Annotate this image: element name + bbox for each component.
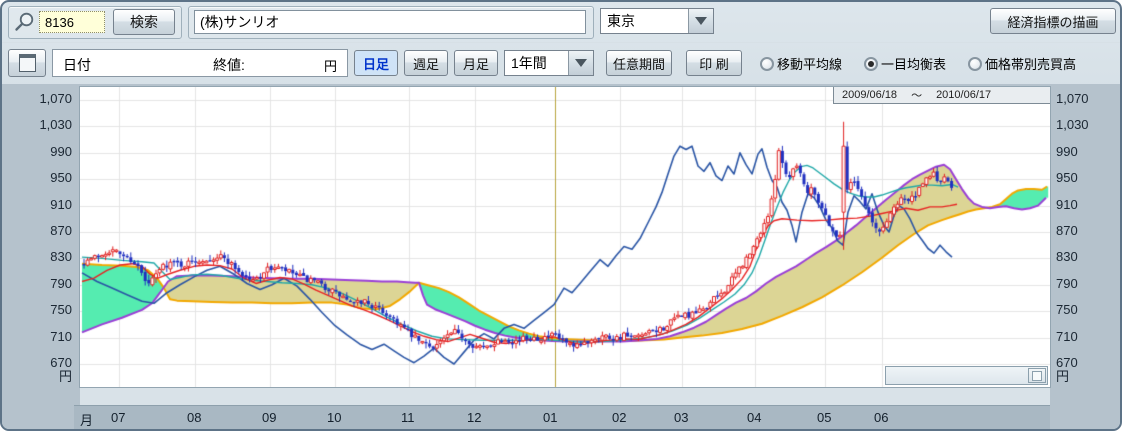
close-price-label: 終値:	[213, 55, 245, 75]
chevron-down-icon	[695, 17, 707, 25]
y-tick-label-right: 950	[1056, 170, 1078, 186]
y-tick-label-right: 910	[1056, 197, 1078, 213]
chart-toolbar: 日付 終値: 円 日足 週足 月足 1年間 任意期間 印 刷 移動平均線 一目均…	[2, 42, 1120, 85]
legend-panel-button[interactable]	[8, 49, 46, 77]
y-tick-label-left: 1,030	[6, 117, 72, 133]
overlay-radio-ichimoku[interactable]: 一目均衡表	[864, 54, 946, 73]
stock-chart-app: 検索 東京 経済指標の描画 日付 終値: 円 日足 週足 月足 1年間 任意期間…	[0, 0, 1122, 431]
y-tick-label-left: 910	[6, 197, 72, 213]
month-tick-label: 09	[262, 410, 276, 425]
range-start-date: 2009/06/18	[842, 89, 897, 101]
month-tick-label: 12	[467, 410, 481, 425]
month-tick-label: 10	[327, 410, 341, 425]
month-tick-label: 03	[674, 410, 688, 425]
month-tick-label: 04	[747, 410, 761, 425]
y-tick-label-left: 870	[6, 223, 72, 239]
overlay-radio-volume-by-price[interactable]: 価格帯別売買高	[968, 54, 1076, 73]
exchange-selected-value: 東京	[601, 9, 688, 33]
month-tick-label: 11	[401, 410, 415, 425]
radio-icon	[760, 57, 774, 71]
y-tick-label-left: 750	[6, 302, 72, 318]
y-tick-label-right: 1,070	[1056, 91, 1089, 107]
month-tick-label: 06	[874, 410, 888, 425]
y-tick-label-left: 830	[6, 249, 72, 265]
date-label: 日付	[63, 55, 91, 75]
y-tick-label-left: 710	[6, 329, 72, 345]
radio-label: 移動平均線	[777, 54, 842, 73]
radio-label: 一目均衡表	[881, 54, 946, 73]
ichimoku-candlestick-canvas[interactable]	[80, 87, 1050, 387]
y-tick-label-left: 1,070	[6, 91, 72, 107]
range-separator: ～	[911, 87, 922, 103]
y-tick-label-right: 830	[1056, 249, 1078, 265]
symbol-search-group: 検索	[8, 6, 182, 39]
stock-name-group	[188, 6, 594, 39]
overlay-radio-moving-average[interactable]: 移動平均線	[760, 54, 842, 73]
chart-region: 2009/06/18 ～ 2010/06/17 月 07 08 09 10 11 12 01 0…	[2, 84, 1122, 429]
period-monthly-button[interactable]: 月足	[454, 50, 498, 76]
y-tick-label-right: 870	[1056, 223, 1078, 239]
plot-footer-strip	[80, 388, 1050, 405]
y-tick-label-left: 990	[6, 144, 72, 160]
exchange-select[interactable]: 東京	[600, 8, 714, 34]
search-icon	[13, 11, 36, 34]
price-plot[interactable]: 2009/06/18 ～ 2010/06/17	[79, 86, 1051, 388]
stock-code-input[interactable]	[39, 11, 105, 33]
month-axis-unit: 月	[80, 410, 93, 429]
month-tick-label: 05	[817, 410, 831, 425]
chevron-down-icon	[575, 59, 587, 67]
y-tick-label-left: 790	[6, 276, 72, 292]
search-button[interactable]: 検索	[113, 9, 175, 35]
y-axis-unit-right: 円	[1056, 369, 1069, 385]
y-tick-label-right: 710	[1056, 329, 1078, 345]
scrollbar-thumb-icon	[1032, 371, 1042, 381]
y-tick-label-right: 750	[1056, 302, 1078, 318]
chart-scrollbar[interactable]	[885, 366, 1048, 385]
month-tick-label: 07	[111, 410, 125, 425]
custom-range-button[interactable]: 任意期間	[606, 50, 672, 76]
exchange-dropdown-button[interactable]	[688, 9, 713, 33]
x-axis-month-bar: 月 07 08 09 10 11 12 01 02 03 04 05 06	[74, 405, 1050, 431]
radio-icon	[864, 57, 878, 71]
y-tick-label-right: 990	[1056, 144, 1078, 160]
quote-readout-panel: 日付 終値: 円	[52, 49, 348, 77]
month-tick-label: 02	[612, 410, 626, 425]
range-dropdown-button[interactable]	[568, 51, 593, 75]
y-tick-label-left: 950	[6, 170, 72, 186]
y-tick-label-right: 1,030	[1056, 117, 1089, 133]
print-button[interactable]: 印 刷	[686, 50, 742, 76]
stock-name-input[interactable]	[194, 10, 586, 34]
y-axis-unit-left: 円	[6, 369, 72, 385]
month-tick-label: 08	[187, 410, 201, 425]
range-select[interactable]: 1年間	[504, 50, 594, 76]
range-end-date: 2010/06/17	[936, 89, 991, 101]
draw-economic-indicator-button[interactable]: 経済指標の描画	[990, 8, 1116, 34]
scrollbar-button[interactable]	[1028, 368, 1046, 383]
top-toolbar: 検索 東京 経済指標の描画	[2, 2, 1120, 42]
y-tick-label-right: 790	[1056, 276, 1078, 292]
month-tick-label: 01	[543, 410, 557, 425]
period-daily-button[interactable]: 日足	[354, 50, 398, 76]
radio-icon	[968, 57, 982, 71]
radio-label: 価格帯別売買高	[985, 54, 1076, 73]
range-selected-value: 1年間	[505, 51, 568, 75]
date-range-box: 2009/06/18 ～ 2010/06/17	[833, 87, 1050, 104]
window-icon	[19, 54, 36, 72]
period-weekly-button[interactable]: 週足	[404, 50, 448, 76]
yen-unit-label: 円	[324, 56, 337, 75]
